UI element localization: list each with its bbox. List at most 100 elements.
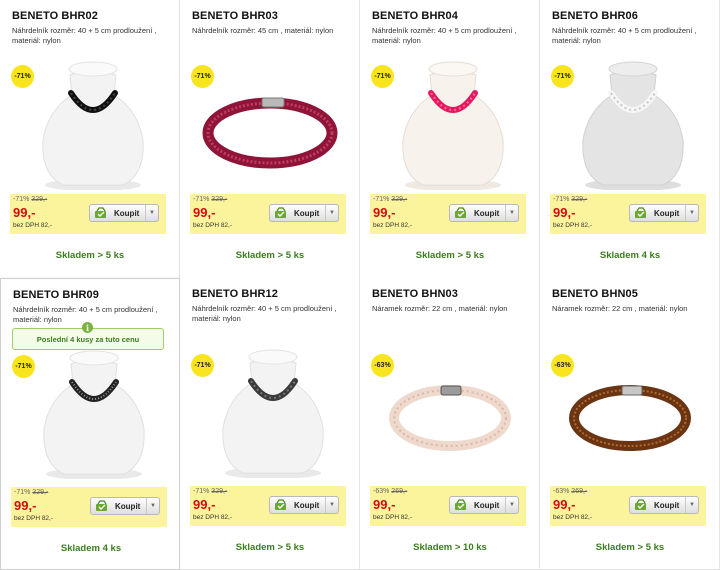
price: 99,-: [553, 205, 576, 220]
product-description: Náhrdelník rozměr: 40 + 5 cm prodloužení…: [372, 26, 517, 45]
product-title[interactable]: BENETO BHR03: [192, 10, 278, 22]
product-image[interactable]: [378, 55, 528, 190]
old-price-line: -71% 329,-: [373, 196, 407, 203]
info-icon: i: [82, 322, 93, 333]
product-image[interactable]: [18, 55, 168, 190]
discount-percent: -63%: [553, 488, 570, 495]
discount-percent: -71%: [14, 489, 31, 496]
buy-button-label: Koupit: [115, 501, 141, 511]
product-image[interactable]: [558, 55, 708, 190]
old-price-line: -71% 329,-: [553, 196, 587, 203]
discount-percent: -71%: [13, 196, 30, 203]
caret-down-icon[interactable]: ▼: [505, 497, 518, 513]
price-box: -71% 329,- 99,- bez DPH 82,- Koupit ▼: [370, 194, 526, 234]
price: 99,-: [193, 205, 216, 220]
product-grid: BENETO BHR02 Náhrdelník rozměr: 40 + 5 c…: [0, 0, 720, 570]
cart-check-icon: [454, 207, 468, 219]
price-without-vat: bez DPH 82,-: [553, 514, 593, 521]
product-image[interactable]: [558, 343, 708, 478]
stock-status: Skladem > 5 ks: [235, 250, 305, 261]
price-without-vat: bez DPH 82,-: [373, 222, 413, 229]
product-title[interactable]: BENETO BHR02: [12, 10, 98, 22]
buy-button[interactable]: Koupit ▼: [90, 497, 160, 515]
bracelet-image: [202, 97, 338, 169]
product-image[interactable]: [19, 344, 169, 479]
product-title[interactable]: BENETO BHR12: [192, 288, 278, 300]
cart-check-icon: [95, 500, 109, 512]
product-title[interactable]: BENETO BHN05: [552, 288, 638, 300]
product-description: Náhrdelník rozměr: 40 + 5 cm prodloužení…: [12, 26, 157, 45]
old-price: 329,-: [31, 196, 48, 203]
discount-percent: -71%: [373, 196, 390, 203]
cart-check-icon: [634, 499, 648, 511]
buy-button[interactable]: Koupit ▼: [629, 496, 699, 514]
buy-button-label: Koupit: [654, 500, 680, 510]
product-description: Náhrdelník rozměr: 45 cm , materiál: nyl…: [192, 26, 334, 35]
product-card[interactable]: BENETO BHR02 Náhrdelník rozměr: 40 + 5 c…: [0, 0, 180, 290]
old-price-line: -71% 329,-: [13, 196, 47, 203]
old-price-line: -63% 269,-: [373, 488, 407, 495]
caret-down-icon[interactable]: ▼: [146, 498, 159, 514]
old-price: 329,-: [391, 196, 408, 203]
product-description: Náhrdelník rozměr: 40 + 5 cm prodloužení…: [192, 304, 337, 323]
price-without-vat: bez DPH 82,-: [14, 515, 54, 522]
stock-status: Skladem > 5 ks: [415, 250, 485, 261]
stock-status: Skladem > 5 ks: [235, 542, 305, 553]
buy-button[interactable]: Koupit ▼: [449, 204, 519, 222]
old-price-line: -71% 329,-: [193, 196, 227, 203]
buy-button[interactable]: Koupit ▼: [269, 496, 339, 514]
cart-check-icon: [274, 499, 288, 511]
caret-down-icon[interactable]: ▼: [685, 497, 698, 513]
old-price-line: -63% 269,-: [553, 488, 587, 495]
product-title[interactable]: BENETO BHR09: [13, 289, 99, 301]
caret-down-icon[interactable]: ▼: [685, 205, 698, 221]
product-title[interactable]: BENETO BHR04: [372, 10, 458, 22]
stock-status: Skladem 4 ks: [599, 250, 661, 261]
price-box: -71% 329,- 99,- bez DPH 82,- Koupit ▼: [11, 487, 167, 527]
old-price: 329,-: [211, 196, 228, 203]
product-title[interactable]: BENETO BHR06: [552, 10, 638, 22]
caret-down-icon[interactable]: ▼: [325, 205, 338, 221]
buy-button-label: Koupit: [654, 208, 680, 218]
necklace-on-bust-image: [43, 350, 145, 479]
buy-button[interactable]: Koupit ▼: [629, 204, 699, 222]
price: 99,-: [373, 497, 396, 512]
product-image[interactable]: [378, 343, 528, 478]
cart-check-icon: [94, 207, 108, 219]
buy-button-label: Koupit: [114, 208, 140, 218]
buy-button[interactable]: Koupit ▼: [269, 204, 339, 222]
price-box: -63% 269,- 99,- bez DPH 82,- Koupit ▼: [370, 486, 526, 526]
product-card[interactable]: BENETO BHR04 Náhrdelník rozměr: 40 + 5 c…: [360, 0, 540, 290]
old-price-line: -71% 329,-: [193, 488, 227, 495]
bracelet-image: [389, 385, 511, 451]
product-card[interactable]: BENETO BHN03 Náramek rozměr: 22 cm , mat…: [360, 278, 540, 570]
price-without-vat: bez DPH 82,-: [193, 514, 233, 521]
product-card[interactable]: BENETO BHN05 Náramek rozměr: 22 cm , mat…: [540, 278, 720, 570]
product-description: Náhrdelník rozměr: 40 + 5 cm prodloužení…: [13, 305, 158, 324]
buy-button[interactable]: Koupit ▼: [89, 204, 159, 222]
old-price-line: -71% 329,-: [14, 489, 48, 496]
product-card[interactable]: BENETO BHR12 Náhrdelník rozměr: 40 + 5 c…: [180, 278, 360, 570]
product-image[interactable]: [198, 343, 348, 478]
buy-button[interactable]: Koupit ▼: [449, 496, 519, 514]
caret-down-icon[interactable]: ▼: [505, 205, 518, 221]
price-without-vat: bez DPH 82,-: [373, 514, 413, 521]
product-title[interactable]: BENETO BHN03: [372, 288, 458, 300]
product-card[interactable]: BENETO BHR06 Náhrdelník rozměr: 40 + 5 c…: [540, 0, 720, 290]
cart-check-icon: [454, 499, 468, 511]
price-without-vat: bez DPH 82,-: [13, 222, 53, 229]
product-image[interactable]: [198, 55, 348, 190]
stock-status: Skladem > 10 ks: [413, 542, 487, 553]
price-box: -71% 329,- 99,- bez DPH 82,- Koupit ▼: [190, 194, 346, 234]
price-box: -71% 329,- 99,- bez DPH 82,- Koupit ▼: [190, 486, 346, 526]
price-without-vat: bez DPH 82,-: [553, 222, 593, 229]
discount-percent: -71%: [553, 196, 570, 203]
stock-status: Skladem > 5 ks: [595, 542, 665, 553]
product-card[interactable]: BENETO BHR03 Náhrdelník rozměr: 45 cm , …: [180, 0, 360, 290]
old-price: 329,-: [571, 196, 588, 203]
stock-status: Skladem 4 ks: [60, 543, 122, 554]
cart-check-icon: [274, 207, 288, 219]
product-description: Náramek rozměr: 22 cm , materiál: nylon: [372, 304, 508, 313]
caret-down-icon[interactable]: ▼: [145, 205, 158, 221]
caret-down-icon[interactable]: ▼: [325, 497, 338, 513]
